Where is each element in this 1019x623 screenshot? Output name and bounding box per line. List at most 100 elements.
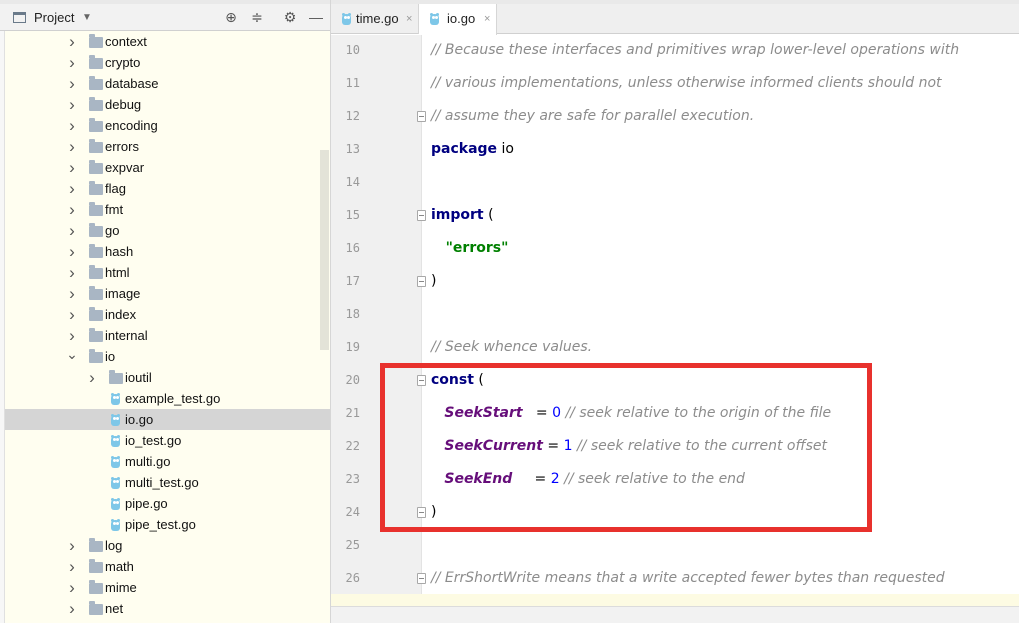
chevron-right-icon[interactable]: › (66, 136, 78, 157)
folder-icon (89, 55, 103, 69)
chevron-down-icon[interactable]: ▼ (82, 4, 92, 31)
tree-item[interactable]: › image (5, 283, 330, 304)
horizontal-scrollbar[interactable] (331, 606, 1019, 623)
line-number-gutter[interactable]: 10 11 12 13 14 15 16 17 18 19 20 21 22 23 24 25 26 (331, 35, 421, 623)
hide-panel-icon[interactable]: — (306, 4, 326, 31)
chevron-right-icon[interactable]: › (66, 283, 78, 304)
chevron-right-icon[interactable]: › (66, 556, 78, 577)
tree-item[interactable]: › fmt (5, 199, 330, 220)
tree-item-label: math (105, 559, 134, 574)
tree-item[interactable]: › flag (5, 178, 330, 199)
tree-item-label: io (105, 349, 116, 364)
folder-icon (89, 538, 103, 552)
chevron-right-icon[interactable]: › (66, 325, 78, 346)
tree-item[interactable]: io.go (5, 409, 330, 430)
tree-item[interactable]: › hash (5, 241, 330, 262)
tree-item[interactable]: › internal (5, 325, 330, 346)
line-number: 14 (345, 175, 360, 189)
line-number: 19 (345, 340, 360, 354)
chevron-right-icon[interactable]: › (66, 220, 78, 241)
tree-item-label: expvar (105, 160, 145, 175)
tree-item-label: index (105, 307, 137, 322)
tree-item[interactable]: pipe.go (5, 493, 330, 514)
close-icon[interactable]: × (484, 4, 490, 34)
chevron-right-icon[interactable]: › (66, 304, 78, 325)
code-line[interactable]: // Seek whence values. (431, 331, 592, 364)
code-line[interactable]: // various implementations, unless other… (431, 67, 942, 100)
folder-icon (89, 265, 103, 279)
chevron-right-icon[interactable]: › (66, 73, 78, 94)
code-token: // Seek whence values. (431, 339, 593, 355)
fold-marker-icon[interactable] (417, 210, 426, 221)
tree-item-label: go (105, 223, 120, 238)
chevron-right-icon[interactable]: › (66, 52, 78, 73)
tree-item[interactable]: › crypto (5, 52, 330, 73)
tree-item[interactable]: › encoding (5, 115, 330, 136)
line-number: 17 (345, 274, 360, 288)
code-line[interactable]: // assume they are safe for parallel exe… (431, 100, 754, 133)
tree-item[interactable]: multi.go (5, 451, 330, 472)
tree-item[interactable]: io_test.go (5, 430, 330, 451)
project-view-selector[interactable]: Project (34, 4, 74, 31)
folder-icon (89, 202, 103, 216)
chevron-right-icon[interactable]: › (66, 178, 78, 199)
fold-marker-icon[interactable] (417, 573, 426, 584)
partial-code-line (331, 594, 1019, 606)
tree-item[interactable]: › log (5, 535, 330, 556)
line-number: 23 (345, 472, 360, 486)
chevron-right-icon[interactable]: › (66, 31, 78, 52)
code-line[interactable]: import ( (431, 199, 494, 232)
folder-icon (89, 223, 103, 237)
line-number: 21 (345, 406, 360, 420)
code-line[interactable]: // ErrShortWrite means that a write acce… (431, 562, 945, 595)
chevron-right-icon[interactable]: › (66, 241, 78, 262)
tree-item[interactable]: › database (5, 73, 330, 94)
tree-item[interactable]: › html (5, 262, 330, 283)
code-line[interactable]: "errors" (431, 232, 509, 265)
line-number: 11 (345, 76, 360, 90)
chevron-right-icon[interactable]: › (66, 115, 78, 136)
code-line[interactable]: // Because these interfaces and primitiv… (431, 34, 959, 67)
line-number: 16 (345, 241, 360, 255)
chevron-right-icon[interactable]: › (66, 598, 78, 619)
chevron-right-icon[interactable]: › (66, 94, 78, 115)
tree-item[interactable]: › context (5, 31, 330, 52)
tree-item[interactable]: › go (5, 220, 330, 241)
tree-item-label: fmt (105, 202, 124, 217)
tree-item[interactable]: › index (5, 304, 330, 325)
gear-icon[interactable]: ⚙ (280, 4, 300, 31)
code-line[interactable]: package io (431, 133, 514, 166)
chevron-right-icon[interactable]: › (66, 535, 78, 556)
fold-marker-icon[interactable] (417, 111, 426, 122)
collapse-all-icon[interactable]: ≑ (247, 4, 267, 31)
close-icon[interactable]: × (406, 4, 412, 34)
chevron-right-icon[interactable]: › (86, 367, 98, 388)
tab-io-go[interactable]: io.go × (419, 4, 497, 35)
tree-item[interactable]: › errors (5, 136, 330, 157)
tree-item[interactable]: › ioutil (5, 367, 330, 388)
code-line[interactable]: ) (431, 265, 436, 298)
fold-marker-icon[interactable] (417, 276, 426, 287)
tab-time-go[interactable]: time.go × (331, 4, 419, 34)
tree-item[interactable]: › debug (5, 94, 330, 115)
tree-item[interactable]: › math (5, 556, 330, 577)
tree-item[interactable]: ⌄ io (5, 346, 330, 367)
chevron-right-icon[interactable]: › (66, 157, 78, 178)
line-number: 12 (345, 109, 360, 123)
folder-icon (109, 370, 123, 384)
tree-item[interactable]: multi_test.go (5, 472, 330, 493)
chevron-right-icon[interactable]: › (66, 577, 78, 598)
code-token: ( (483, 207, 494, 223)
code-token: import (431, 207, 484, 223)
chevron-right-icon[interactable]: › (66, 262, 78, 283)
tree-scrollbar-thumb[interactable] (320, 150, 329, 350)
tree-item[interactable]: › mime (5, 577, 330, 598)
chevron-down-icon[interactable]: ⌄ (66, 346, 78, 362)
code-token: // various implementations, unless other… (431, 75, 942, 91)
crosshair-icon[interactable]: ⊕ (221, 4, 241, 31)
tree-item[interactable]: › net (5, 598, 330, 619)
tree-item[interactable]: pipe_test.go (5, 514, 330, 535)
chevron-right-icon[interactable]: › (66, 199, 78, 220)
tree-item[interactable]: › expvar (5, 157, 330, 178)
tree-item[interactable]: example_test.go (5, 388, 330, 409)
